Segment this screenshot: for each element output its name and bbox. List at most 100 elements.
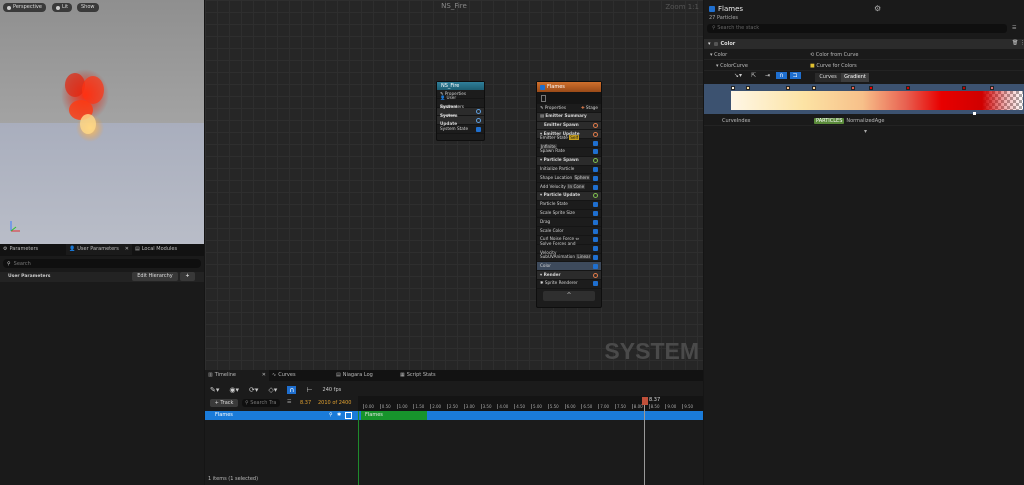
gradient-stop[interactable] <box>869 86 873 90</box>
gradient-stop[interactable] <box>851 86 855 90</box>
current-time: 8.37 <box>300 400 312 406</box>
alpha-stop[interactable] <box>973 112 976 115</box>
graph-title: NS_Fire <box>441 2 467 10</box>
enabled-checkbox[interactable] <box>593 246 598 252</box>
enabled-checkbox[interactable] <box>345 412 352 419</box>
color-gradient-bar[interactable] <box>731 91 1023 110</box>
add-track-button[interactable]: + Track <box>210 399 238 407</box>
track-search[interactable]: ⚲ Search Tra <box>242 399 280 407</box>
tools-icon[interactable]: ✎▾ <box>210 386 219 394</box>
collapse-node-button[interactable]: ^ <box>543 290 595 301</box>
gradient-stop[interactable] <box>990 86 994 90</box>
enabled-checkbox[interactable] <box>540 84 545 90</box>
curves-tab[interactable]: Curves <box>815 73 841 82</box>
parameters-search[interactable]: ⚲ Search <box>3 259 201 268</box>
add-icon[interactable] <box>593 131 598 137</box>
filter-icon[interactable]: ☰ <box>1012 25 1016 31</box>
enabled-checkbox[interactable] <box>593 219 598 225</box>
sprite-renderer-row[interactable]: ✱ Sprite Renderer <box>537 280 601 289</box>
enabled-checkbox[interactable] <box>593 202 598 208</box>
gear-icon[interactable]: ⚙ <box>874 4 881 13</box>
fps-dropdown[interactable]: 240 fps <box>323 387 342 393</box>
enabled-checkbox[interactable] <box>593 149 598 155</box>
tab-local-modules[interactable]: ▤ Local Modules <box>132 244 198 255</box>
collapse-icon[interactable]: ▾ <box>708 41 711 47</box>
timeline-icon: ▥ <box>208 372 213 378</box>
more-icon[interactable]: ⋮ <box>1020 40 1024 46</box>
add-icon[interactable] <box>593 158 598 164</box>
color-row-value[interactable]: ⟲ Color from Curve <box>810 52 858 58</box>
delete-icon[interactable]: 🗑 <box>1012 40 1018 46</box>
enabled-checkbox[interactable] <box>476 126 481 132</box>
emitter-node[interactable]: Flames ✎ Properties ✚ Stage ▤ Emitter Sum… <box>536 81 602 308</box>
enabled-checkbox[interactable] <box>593 281 598 287</box>
close-icon[interactable]: ✕ <box>262 370 266 381</box>
snap-icon[interactable]: ∩ <box>776 72 787 79</box>
enabled-checkbox[interactable] <box>593 166 598 172</box>
gradient-stop[interactable] <box>731 86 735 90</box>
add-icon[interactable] <box>593 272 598 278</box>
enabled-checkbox[interactable] <box>593 237 598 243</box>
close-icon[interactable]: ✕ <box>125 244 129 255</box>
add-icon[interactable] <box>593 122 598 128</box>
edit-hierarchy-button[interactable]: Edit Hierarchy <box>132 272 178 281</box>
filter-icon[interactable]: ☰ <box>287 399 291 405</box>
expand-more-icon[interactable]: ▾ <box>864 128 867 135</box>
tab-script-stats[interactable]: ▦ Script Stats <box>397 370 461 381</box>
system-graph[interactable]: NS_Fire Zoom 1:1 SYSTEM NS_Fire ✎ Proper… <box>205 0 703 370</box>
emitter-enabled-checkbox[interactable] <box>709 6 715 12</box>
tab-timeline[interactable]: ▥ Timeline ✕ <box>205 370 269 381</box>
track-row[interactable]: Flames <box>205 411 358 420</box>
tab-niagara-log[interactable]: ▤ Niagara Log <box>333 370 397 381</box>
isolate-icon[interactable]: ⚲ <box>329 412 333 418</box>
gradient-stop[interactable] <box>962 86 966 90</box>
enabled-checkbox[interactable] <box>593 175 598 181</box>
gradient-stop[interactable] <box>906 86 910 90</box>
add-icon[interactable] <box>476 108 481 114</box>
snap-value-icon[interactable]: ⊐ <box>789 72 801 79</box>
enabled-checkbox[interactable] <box>593 184 598 190</box>
enabled-checkbox[interactable] <box>593 263 598 269</box>
ruler-tick: 6.50 <box>581 404 593 409</box>
add-parameter-button[interactable]: + <box>180 272 195 281</box>
show-button[interactable]: Show <box>77 3 99 12</box>
gradient-stop[interactable] <box>786 86 790 90</box>
preview-viewport[interactable]: Perspective Lit Show <box>0 0 204 244</box>
enabled-checkbox[interactable] <box>713 42 718 46</box>
enabled-checkbox[interactable] <box>593 254 598 260</box>
playback-icon[interactable]: ⟳▾ <box>249 386 258 394</box>
tangent-icon[interactable]: ↘▾ <box>731 72 745 79</box>
colorcurve-row-value[interactable]: ■ Curve for Colors <box>810 63 857 69</box>
gradient-tab[interactable]: Gradient <box>841 73 869 82</box>
color-section-header[interactable]: ▾ Color <box>704 39 1024 49</box>
user-icon: 👤 <box>69 246 76 252</box>
ruler-tick: 2.00 <box>430 404 442 409</box>
enabled-checkbox[interactable] <box>593 210 598 216</box>
curveindex-row-label: CurveIndex <box>722 118 751 124</box>
enabled-checkbox[interactable] <box>593 140 598 146</box>
system-node[interactable]: NS_Fire ✎ Properties 👤 User Parameters S… <box>436 81 485 141</box>
expand-icon[interactable]: ⇱ <box>748 72 759 79</box>
curveindex-row-value[interactable]: PARTICLES NormalizedAge <box>814 118 884 124</box>
emitter-section-bar[interactable]: Flames <box>361 411 427 420</box>
add-icon[interactable]: ✚ <box>581 105 585 110</box>
tab-parameters[interactable]: ⚙ Parameters <box>0 244 66 255</box>
snap-toggle-icon[interactable]: ∩ <box>287 385 297 394</box>
enabled-checkbox[interactable] <box>593 228 598 234</box>
add-icon[interactable] <box>593 193 598 199</box>
system-state-row[interactable]: System State <box>437 125 484 134</box>
stack-search[interactable]: ⚲ Search the stack <box>707 24 1007 33</box>
keys-icon[interactable]: ◇▾ <box>268 386 277 394</box>
view-icon[interactable]: ◉▾ <box>229 386 239 394</box>
ruler-tick: 3.00 <box>463 404 475 409</box>
lit-button[interactable]: Lit <box>52 3 73 12</box>
fit-icon[interactable]: ⇥ <box>762 72 773 79</box>
add-icon[interactable] <box>476 117 481 123</box>
tab-curves[interactable]: ∿ Curves <box>269 370 333 381</box>
frame-icon[interactable]: ⊢ <box>306 386 312 394</box>
gradient-stop[interactable] <box>812 86 816 90</box>
gear-icon[interactable]: ✱ <box>337 412 341 418</box>
perspective-button[interactable]: Perspective <box>3 3 46 12</box>
tab-user-parameters[interactable]: 👤 User Parameters ✕ <box>66 244 132 255</box>
gradient-stop[interactable] <box>746 86 750 90</box>
